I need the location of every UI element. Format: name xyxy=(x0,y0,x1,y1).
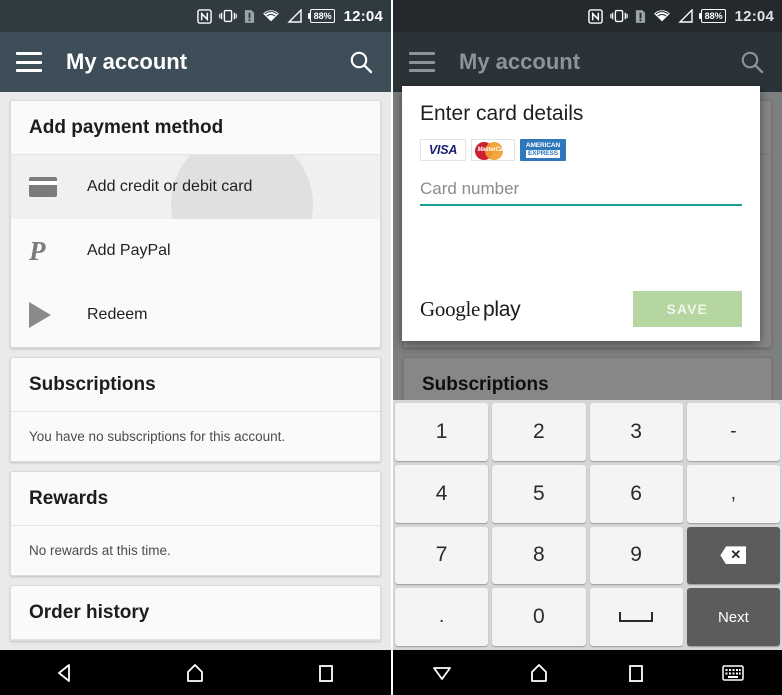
accepted-card-brands: VISA MasterCard AMERICAN EXPRESS xyxy=(420,139,742,161)
backspace-icon: ✕ xyxy=(720,546,747,565)
recents-square-icon[interactable] xyxy=(615,652,657,694)
key-1[interactable]: 1 xyxy=(395,403,489,461)
dismiss-keyboard-down-triangle-icon[interactable] xyxy=(421,652,463,694)
right-phone-screen: 88% 12:04 My account Add payment method … xyxy=(391,0,782,695)
credit-card-icon xyxy=(29,177,63,197)
nfc-icon xyxy=(196,8,212,24)
play-redeem-icon xyxy=(29,302,63,328)
status-bar: 88% 12:04 xyxy=(0,0,391,32)
add-credit-debit-card-row[interactable]: Add credit or debit card xyxy=(11,155,380,219)
vibrate-icon xyxy=(218,9,237,23)
key-4[interactable]: 4 xyxy=(395,464,489,523)
mastercard-logo: MasterCard xyxy=(471,139,515,161)
play-wordmark: play xyxy=(483,297,521,321)
sim-alert-icon xyxy=(635,9,646,24)
hamburger-menu-icon[interactable] xyxy=(409,52,435,72)
vibrate-icon xyxy=(609,9,628,23)
signal-icon xyxy=(286,9,303,23)
card-number-input[interactable] xyxy=(420,179,742,199)
wifi-icon xyxy=(653,9,671,23)
order-history-card: Order history xyxy=(10,585,381,641)
dual-screenshot-container: 88% 12:04 My account Add payment method xyxy=(0,0,782,695)
sim-alert-icon xyxy=(244,9,255,24)
home-icon[interactable] xyxy=(518,652,560,694)
account-content-scroll[interactable]: Add payment method Add credit or debit c… xyxy=(0,92,391,650)
battery-indicator: 88% xyxy=(698,9,726,23)
page-title: My account xyxy=(66,49,188,74)
hamburger-menu-icon[interactable] xyxy=(16,52,42,72)
google-play-logo: Google play xyxy=(420,296,521,322)
card-number-field[interactable] xyxy=(420,179,742,206)
add-payment-method-card: Add payment method Add credit or debit c… xyxy=(10,100,381,348)
visa-logo: VISA xyxy=(420,139,466,161)
left-phone-screen: 88% 12:04 My account Add payment method xyxy=(0,0,391,695)
search-icon[interactable] xyxy=(738,48,766,76)
mastercard-logo-text: MasterCard xyxy=(477,147,509,153)
rewards-card: Rewards No rewards at this time. xyxy=(10,471,381,576)
home-icon[interactable] xyxy=(174,652,216,694)
rewards-header: Rewards xyxy=(11,472,380,526)
subscriptions-empty-note: You have no subscriptions for this accou… xyxy=(29,429,286,444)
search-icon[interactable] xyxy=(347,48,375,76)
key-backspace[interactable]: ✕ xyxy=(686,526,780,585)
save-button[interactable]: SAVE xyxy=(632,291,742,327)
app-bar: My account xyxy=(0,32,391,92)
status-bar-clock: 12:04 xyxy=(343,7,383,25)
key-5[interactable]: 5 xyxy=(492,464,586,523)
amex-line2: EXPRESS xyxy=(525,150,560,158)
page-title: My account xyxy=(459,49,581,74)
subscriptions-header: Subscriptions xyxy=(11,358,380,412)
key-next[interactable]: Next xyxy=(686,588,780,646)
wifi-icon xyxy=(262,9,280,23)
status-bar-right: 88% 12:04 xyxy=(393,0,782,32)
order-history-header: Order history xyxy=(11,586,380,640)
keyboard-icon[interactable] xyxy=(712,652,754,694)
back-triangle-icon[interactable] xyxy=(44,652,86,694)
add-paypal-row[interactable]: P Add PayPal xyxy=(11,219,380,283)
subscriptions-card: Subscriptions You have no subscriptions … xyxy=(10,357,381,462)
paypal-icon: P xyxy=(29,235,46,266)
recents-square-icon[interactable] xyxy=(305,652,347,694)
dialog-footer: Google play SAVE xyxy=(420,291,742,327)
key-2[interactable]: 2 xyxy=(492,403,586,461)
redeem-row[interactable]: Redeem xyxy=(11,283,380,347)
key-9[interactable]: 9 xyxy=(589,526,683,585)
rewards-empty-note: No rewards at this time. xyxy=(29,543,171,558)
amex-logo: AMERICAN EXPRESS xyxy=(520,139,566,161)
numeric-keyboard: 1 2 3 - 4 5 6 , 7 8 9 ✕ . 0 Next xyxy=(393,400,782,650)
spacebar-icon xyxy=(619,612,654,623)
key-space[interactable] xyxy=(589,588,683,646)
key-dash[interactable]: - xyxy=(686,403,780,461)
keyboard-row: 1 2 3 - xyxy=(395,403,780,461)
navigation-bar xyxy=(0,650,391,695)
navigation-bar-right xyxy=(393,650,782,695)
key-7[interactable]: 7 xyxy=(395,526,489,585)
keyboard-row: 7 8 9 ✕ xyxy=(395,526,780,585)
keyboard-row: . 0 Next xyxy=(395,588,780,646)
amex-line1: AMERICAN xyxy=(525,142,561,149)
key-8[interactable]: 8 xyxy=(492,526,586,585)
add-paypal-label: Add PayPal xyxy=(87,242,171,259)
enter-card-details-dialog: Enter card details VISA MasterCard AMERI… xyxy=(402,86,760,341)
add-credit-debit-card-label: Add credit or debit card xyxy=(87,178,253,195)
key-6[interactable]: 6 xyxy=(589,464,683,523)
key-comma[interactable]: , xyxy=(686,464,780,523)
dialog-title: Enter card details xyxy=(420,102,584,125)
key-period[interactable]: . xyxy=(395,588,489,646)
app-bar-right: My account xyxy=(393,32,782,92)
add-payment-method-header: Add payment method xyxy=(11,101,380,155)
redeem-label: Redeem xyxy=(87,306,148,323)
status-bar-clock: 12:04 xyxy=(734,7,774,25)
battery-indicator: 88% xyxy=(307,9,335,23)
key-3[interactable]: 3 xyxy=(589,403,683,461)
key-0[interactable]: 0 xyxy=(492,588,586,646)
signal-icon xyxy=(677,9,694,23)
keyboard-row: 4 5 6 , xyxy=(395,464,780,523)
nfc-icon xyxy=(587,8,603,24)
google-wordmark: Google xyxy=(420,296,481,321)
